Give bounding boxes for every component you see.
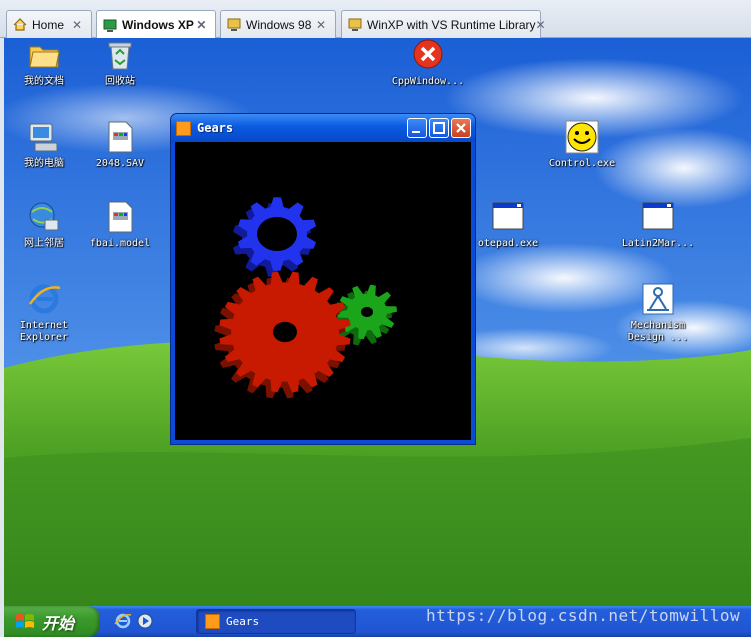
folder-icon — [27, 38, 61, 72]
tab-bar: Home ✕ Windows XP ✕ Windows 98 ✕ WinXP w… — [0, 0, 751, 39]
media-player-icon[interactable] — [136, 612, 154, 630]
smiley-icon — [565, 120, 599, 154]
home-icon — [13, 18, 27, 31]
desktop-icon-latin2mar[interactable]: Latin2Mar... — [618, 200, 698, 250]
vm-icon — [348, 18, 362, 31]
red-gear — [214, 271, 351, 399]
desktop-icon-my-documents[interactable]: 我的文档 — [4, 38, 84, 88]
app-icon — [176, 120, 191, 136]
desktop-icon-internet-explorer[interactable]: Internet Explorer — [4, 282, 84, 344]
taskbar-item-gears[interactable]: Gears — [196, 609, 356, 634]
computer-icon — [27, 120, 61, 154]
desktop-icon-recycle-bin[interactable]: 回收站 — [80, 38, 160, 88]
start-button[interactable]: 开始 — [4, 606, 100, 637]
windows-logo-icon — [16, 613, 34, 628]
vm-icon — [103, 19, 117, 32]
application-window-icon — [641, 200, 675, 234]
gears-window[interactable]: Gears — [170, 113, 476, 445]
maximize-button[interactable] — [429, 118, 449, 138]
minimize-button[interactable] — [407, 118, 427, 138]
desktop-icon-fbai-model[interactable]: fbai.model — [80, 200, 160, 250]
recycle-bin-icon — [103, 38, 137, 72]
close-icon[interactable]: ✕ — [194, 18, 209, 32]
desktop-icon-my-computer[interactable]: 我的电脑 — [4, 120, 84, 170]
gears-render — [214, 197, 397, 399]
file-icon — [103, 120, 137, 154]
desktop-icon-notepad[interactable]: otepad.exe — [468, 200, 548, 250]
error-icon — [411, 38, 445, 72]
tab-home[interactable]: Home ✕ — [6, 10, 92, 38]
tab-windows-xp[interactable]: Windows XP ✕ — [96, 10, 216, 39]
application-window-icon — [491, 200, 525, 234]
desktop-icon-cppwindow[interactable]: CppWindow... — [388, 38, 468, 88]
gears-canvas[interactable] — [175, 142, 471, 440]
xp-desktop[interactable]: 我的文档 回收站 CppWindow... 我的电脑 2048.SAV Cont… — [4, 38, 751, 606]
tab-windows-98[interactable]: Windows 98 ✕ — [220, 10, 336, 38]
tab-winxp-vs-runtime[interactable]: WinXP with VS Runtime Library ✕ — [341, 10, 546, 38]
network-icon — [27, 200, 61, 234]
close-icon[interactable]: ✕ — [69, 18, 85, 32]
internet-explorer-icon — [27, 282, 61, 316]
gears-title-bar[interactable]: Gears — [171, 114, 475, 142]
file-icon — [103, 200, 137, 234]
vm-screen[interactable]: 我的文档 回收站 CppWindow... 我的电脑 2048.SAV Cont… — [4, 38, 751, 637]
close-icon[interactable]: ✕ — [536, 18, 546, 32]
app-icon — [205, 614, 220, 629]
watermark: https://blog.csdn.net/tomwillow — [426, 606, 741, 625]
close-button[interactable] — [451, 118, 471, 138]
desktop-icon-2048-sav[interactable]: 2048.SAV — [80, 120, 160, 170]
mechanism-icon — [641, 282, 675, 316]
blue-gear — [232, 197, 317, 277]
vm-icon — [227, 18, 241, 31]
desktop-icon-mechanism-design[interactable]: Mechanism Design ... — [618, 282, 698, 344]
close-icon[interactable]: ✕ — [313, 18, 329, 32]
internet-explorer-icon[interactable] — [114, 612, 132, 630]
desktop-icon-control-exe[interactable]: Control.exe — [542, 120, 622, 170]
desktop-icon-network[interactable]: 网上邻居 — [4, 200, 84, 250]
